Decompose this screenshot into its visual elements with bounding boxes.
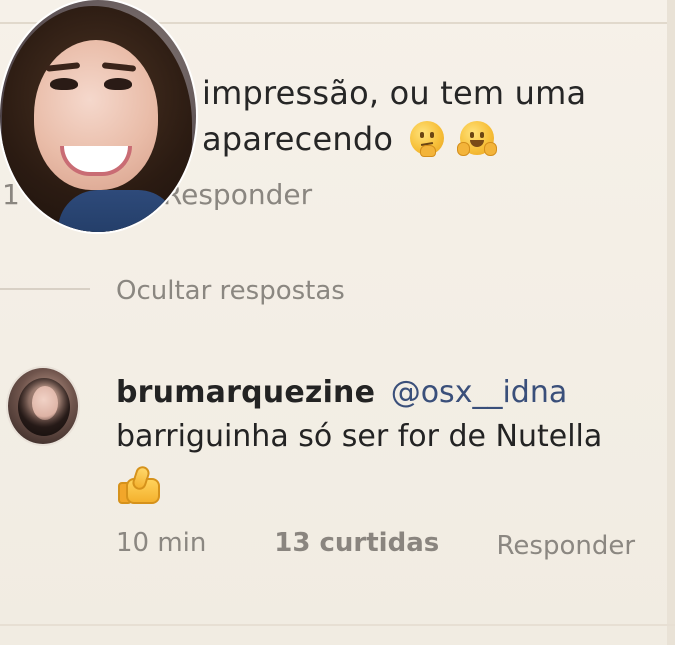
profile-photo-overlay xyxy=(0,0,196,232)
reply-header: brumarquezine @osx__idna xyxy=(116,372,656,414)
reply-time: 10 min xyxy=(116,528,207,558)
thinking-face-icon xyxy=(409,121,444,157)
reply-username[interactable]: brumarquezine xyxy=(116,375,375,410)
bottom-divider xyxy=(0,624,675,626)
right-edge xyxy=(667,0,675,645)
hugging-face-icon xyxy=(456,121,497,156)
reply-avatar[interactable] xyxy=(6,366,80,446)
reply-content: brumarquezine @osx__idna barriguinha só … xyxy=(116,372,656,506)
parent-comment-line-1: impressão, ou tem uma xyxy=(202,74,587,112)
comments-screenshot: impressão, ou tem uma aparecendo 1 Respo… xyxy=(0,0,675,645)
reply-button[interactable]: Responder xyxy=(497,528,647,564)
reply-mention[interactable]: @osx__idna xyxy=(391,375,568,410)
parent-comment-text: impressão, ou tem uma aparecendo xyxy=(202,70,642,162)
hide-replies-button[interactable]: Ocultar respostas xyxy=(116,276,345,306)
reply-meta: 10 min 13 curtidas Responder xyxy=(116,528,647,564)
parent-comment-line-2: aparecendo xyxy=(202,116,642,162)
thumbs-up-icon xyxy=(116,464,160,504)
hide-replies-row: Ocultar respostas xyxy=(0,276,675,316)
reply-text: barriguinha só ser for de Nutella xyxy=(116,419,603,454)
hide-replies-divider xyxy=(0,288,90,290)
parent-comment-line-2-text: aparecendo xyxy=(202,120,394,158)
reply-likes[interactable]: 13 curtidas xyxy=(274,528,488,558)
